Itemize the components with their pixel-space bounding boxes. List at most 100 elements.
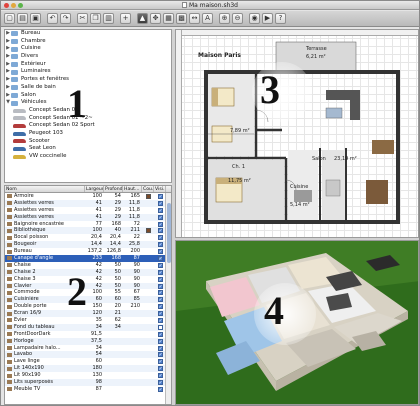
copy-button[interactable]: ❐ bbox=[90, 13, 101, 24]
column-header[interactable]: Haut... bbox=[123, 186, 142, 192]
table-row[interactable]: Bureau 137,2 126,8 200 ✓ bbox=[5, 248, 171, 255]
visible-checkbox[interactable]: ✓ bbox=[157, 386, 163, 392]
table-row[interactable]: Assiettes verres 41 29 11,8 ✓ bbox=[5, 213, 171, 221]
pan-mode-button[interactable]: ✥ bbox=[150, 13, 161, 24]
table-row[interactable]: Evier 35 62 ✓ bbox=[5, 317, 171, 324]
table-row[interactable]: Assiettes verres 41 29 11,8 ✓ bbox=[5, 199, 171, 207]
help-button[interactable]: ? bbox=[275, 13, 286, 24]
column-header[interactable]: Largeur bbox=[85, 186, 104, 192]
table-row[interactable]: Fond du tableau 34 34 bbox=[5, 323, 171, 331]
plan-view[interactable]: Maison Paris Terrasse 6,21 m² 7,89 m² Ch… bbox=[175, 29, 419, 238]
table-row[interactable]: Chaise 2 42 50 90 ✓ bbox=[5, 268, 171, 276]
table-row[interactable]: Armoire 100 54 165 ✓ bbox=[5, 193, 171, 200]
visible-checkbox[interactable]: ✓ bbox=[157, 200, 163, 206]
visible-checkbox[interactable]: ✓ bbox=[157, 214, 163, 220]
table-row[interactable]: Assiettes verres 41 29 11,8 ✓ bbox=[5, 207, 171, 214]
catalog-category[interactable]: ▼ Véhicules bbox=[5, 99, 171, 107]
new-button[interactable]: ▢ bbox=[4, 13, 15, 24]
add-text-button[interactable]: A bbox=[202, 13, 213, 24]
catalog-item[interactable]: Scooter bbox=[5, 138, 171, 146]
table-row[interactable]: Lavabo 54 ✓ bbox=[5, 351, 171, 359]
visible-checkbox[interactable]: ✓ bbox=[157, 317, 163, 323]
catalog-category[interactable]: ▶ Luminaires bbox=[5, 68, 171, 76]
visible-checkbox[interactable]: ✓ bbox=[157, 359, 163, 365]
column-header[interactable]: Profond... bbox=[104, 186, 123, 192]
visible-checkbox[interactable]: ✓ bbox=[157, 262, 163, 268]
visible-checkbox[interactable]: ✓ bbox=[157, 228, 163, 234]
create-photo-button[interactable]: ◉ bbox=[249, 13, 260, 24]
table-row[interactable]: Lit 140x190 180 ✓ bbox=[5, 365, 171, 373]
table-row[interactable]: Baignoire encastrée 77 168 72 ✓ bbox=[5, 221, 171, 228]
table-row[interactable]: Lits superposés 98 ✓ bbox=[5, 379, 171, 386]
table-row[interactable]: Ecran 16/9 120 21 ✓ bbox=[5, 310, 171, 318]
visible-checkbox[interactable]: ✓ bbox=[157, 283, 163, 289]
table-row[interactable]: Chaise 3 42 50 90 ✓ bbox=[5, 276, 171, 283]
catalog-category[interactable]: ▶ Salle de bain bbox=[5, 84, 171, 92]
visible-checkbox[interactable]: ✓ bbox=[157, 221, 163, 227]
visible-checkbox[interactable]: ✓ bbox=[157, 249, 163, 255]
catalog-category[interactable]: ▶ Portes et fenêtres bbox=[5, 76, 171, 84]
select-mode-button[interactable]: ▲ bbox=[137, 13, 148, 24]
visible-checkbox[interactable]: ✓ bbox=[157, 338, 163, 344]
column-header[interactable]: Visi... bbox=[154, 186, 166, 192]
table-row[interactable]: Lave linge 60 ✓ bbox=[5, 358, 171, 365]
catalog-item[interactable]: VW coccinelle bbox=[5, 153, 171, 161]
redo-button[interactable]: ↷ bbox=[60, 13, 71, 24]
catalog-category[interactable]: ▶ Divers bbox=[5, 53, 171, 61]
visible-checkbox[interactable]: ✓ bbox=[157, 269, 163, 275]
table-row[interactable]: Double porte 150 20 210 ✓ bbox=[5, 303, 171, 310]
undo-button[interactable]: ↶ bbox=[47, 13, 58, 24]
visible-checkbox[interactable]: ✓ bbox=[157, 352, 163, 358]
visible-checkbox[interactable]: ✓ bbox=[157, 379, 163, 385]
table-row[interactable]: Bocal poisson 20,4 20,4 22 ✓ bbox=[5, 234, 171, 241]
table-row[interactable]: Bougeoir 14,4 14,4 25,8 ✓ bbox=[5, 241, 171, 249]
paste-button[interactable]: ▥ bbox=[103, 13, 114, 24]
catalog-category[interactable]: ▶ Bureau bbox=[5, 30, 171, 38]
visible-checkbox[interactable]: ✓ bbox=[157, 276, 163, 282]
visible-checkbox[interactable]: ✓ bbox=[157, 373, 163, 379]
visible-checkbox[interactable]: ✓ bbox=[157, 193, 163, 199]
table-row[interactable]: Lampadaire halo... 34 ✓ bbox=[5, 345, 171, 352]
scrollbar-thumb[interactable] bbox=[167, 203, 171, 263]
catalog-item[interactable]: Concept Sedan 01 ~2~ bbox=[5, 115, 171, 123]
add-furniture-button[interactable]: + bbox=[120, 13, 131, 24]
visible-checkbox[interactable]: ✓ bbox=[157, 290, 163, 296]
table-row[interactable]: Cuisinière 60 60 85 ✓ bbox=[5, 296, 171, 304]
create-video-button[interactable]: ▶ bbox=[262, 13, 273, 24]
table-row[interactable]: Canapé d'angle 233 168 87 ✓ bbox=[5, 255, 171, 262]
visible-checkbox[interactable]: ✓ bbox=[157, 235, 163, 241]
catalog-item[interactable]: Concept Sedan 01 bbox=[5, 107, 171, 115]
table-row[interactable]: Meuble TV 87 ✓ bbox=[5, 386, 171, 393]
furniture-scrollbar[interactable] bbox=[165, 193, 171, 404]
catalog-item[interactable]: Concept Sedan 02 Sport bbox=[5, 122, 171, 130]
visible-checkbox[interactable]: ✓ bbox=[157, 255, 163, 261]
visible-checkbox[interactable]: ✓ bbox=[157, 297, 163, 303]
zoom-in-button[interactable]: ⊕ bbox=[219, 13, 230, 24]
zoom-out-button[interactable]: ⊖ bbox=[232, 13, 243, 24]
save-button[interactable]: ▣ bbox=[30, 13, 41, 24]
catalog-item[interactable]: Seat Leon bbox=[5, 145, 171, 153]
catalog-category[interactable]: ▶ Chambre bbox=[5, 38, 171, 46]
create-dimensions-button[interactable]: ↔ bbox=[189, 13, 200, 24]
catalog-category[interactable]: ▶ Extérieur bbox=[5, 61, 171, 69]
visible-checkbox[interactable]: ✓ bbox=[157, 304, 163, 310]
visible-checkbox[interactable]: ✓ bbox=[157, 207, 163, 213]
visible-checkbox[interactable]: ✓ bbox=[157, 242, 163, 248]
visible-checkbox[interactable]: ✓ bbox=[157, 311, 163, 317]
catalog-category[interactable]: ▶ Cuisine bbox=[5, 45, 171, 53]
table-row[interactable]: Chaise 42 50 90 ✓ bbox=[5, 262, 171, 269]
column-header[interactable]: Nom bbox=[5, 186, 85, 192]
table-row[interactable]: Commode 100 55 67 ✓ bbox=[5, 289, 171, 296]
cut-button[interactable]: ✂ bbox=[77, 13, 88, 24]
visible-checkbox[interactable]: ✓ bbox=[157, 345, 163, 351]
visible-checkbox[interactable] bbox=[157, 324, 163, 330]
catalog-item[interactable]: Peugeot 103 bbox=[5, 130, 171, 138]
visible-checkbox[interactable]: ✓ bbox=[157, 331, 163, 337]
create-walls-button[interactable]: ▦ bbox=[163, 13, 174, 24]
table-row[interactable]: Clavier 42 50 90 ✓ bbox=[5, 282, 171, 290]
table-row[interactable]: Bibliothèque 100 40 211 ✓ bbox=[5, 227, 171, 235]
open-button[interactable]: ▤ bbox=[17, 13, 28, 24]
table-row[interactable]: Horloge 37,5 ✓ bbox=[5, 337, 171, 345]
table-row[interactable]: Lit 90x190 130 ✓ bbox=[5, 372, 171, 379]
create-rooms-button[interactable]: ▩ bbox=[176, 13, 187, 24]
